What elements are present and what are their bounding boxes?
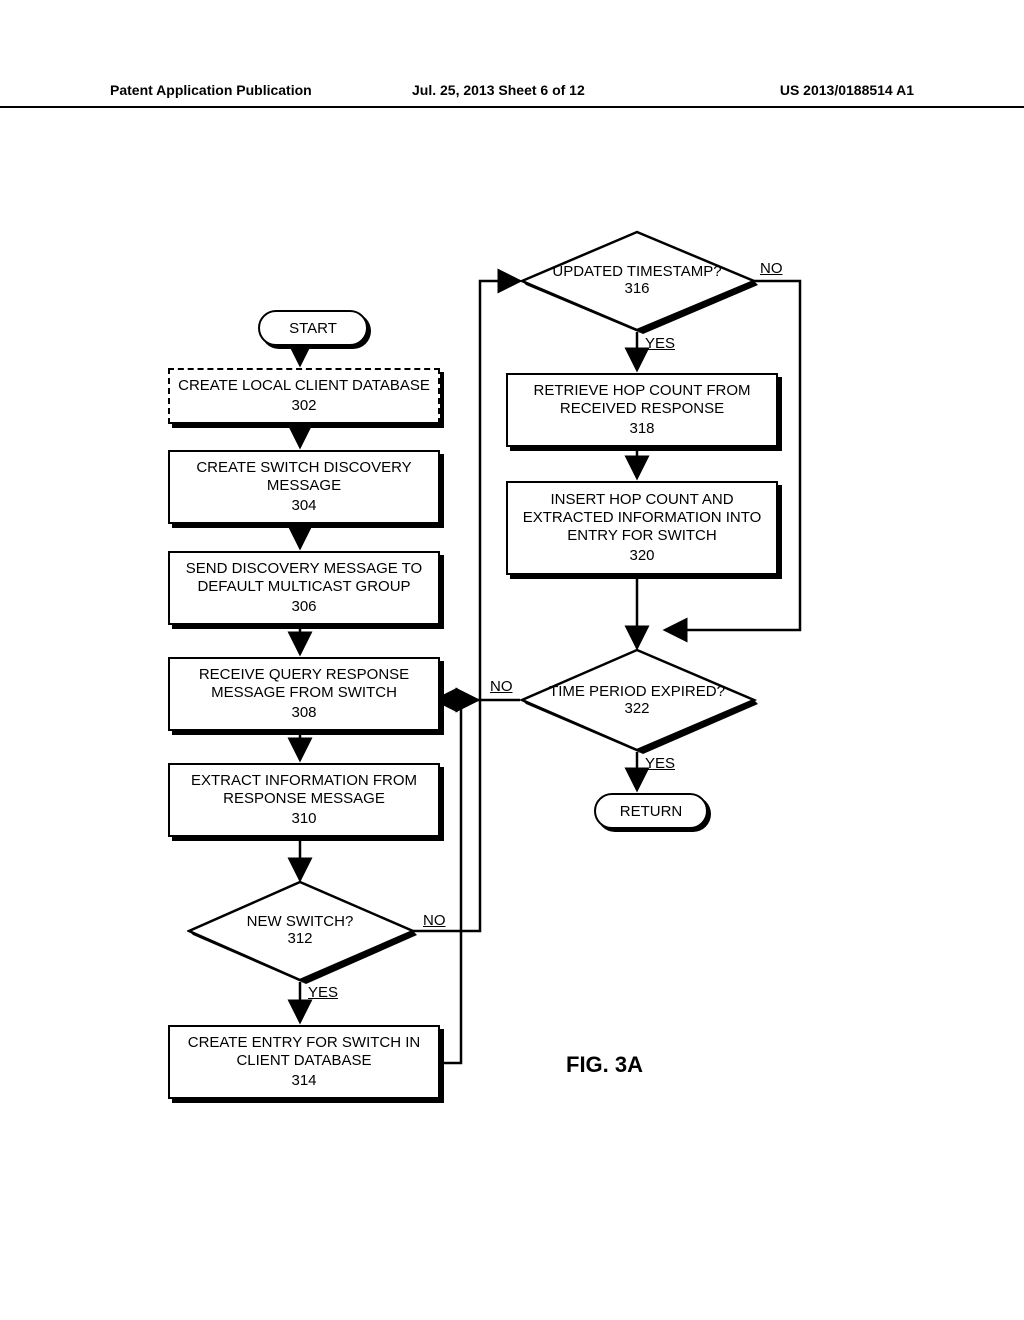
edge-316-no: NO	[760, 260, 783, 277]
process-308-num: 308	[291, 704, 316, 722]
process-306: SEND DISCOVERY MESSAGE TO DEFAULT MULTIC…	[168, 551, 440, 625]
process-318-num: 318	[629, 420, 654, 438]
process-304-num: 304	[291, 497, 316, 515]
process-304-text: CREATE SWITCH DISCOVERY MESSAGE	[176, 459, 432, 495]
process-314: CREATE ENTRY FOR SWITCH IN CLIENT DATABA…	[168, 1025, 440, 1099]
process-302: CREATE LOCAL CLIENT DATABASE 302	[168, 368, 440, 424]
flow-arrows	[0, 0, 1024, 1320]
process-304: CREATE SWITCH DISCOVERY MESSAGE 304	[168, 450, 440, 524]
process-314-num: 314	[291, 1072, 316, 1090]
figure-label: FIG. 3A	[566, 1052, 643, 1078]
process-310-text: EXTRACT INFORMATION FROM RESPONSE MESSAG…	[176, 772, 432, 808]
process-318-text: RETRIEVE HOP COUNT FROM RECEIVED RESPONS…	[514, 382, 770, 418]
terminator-return: RETURN	[594, 793, 708, 829]
process-320-num: 320	[629, 547, 654, 565]
terminator-start: START	[258, 310, 368, 346]
process-302-text: CREATE LOCAL CLIENT DATABASE	[178, 377, 430, 395]
process-310: EXTRACT INFORMATION FROM RESPONSE MESSAG…	[168, 763, 440, 837]
process-306-text: SEND DISCOVERY MESSAGE TO DEFAULT MULTIC…	[176, 560, 432, 596]
process-314-text: CREATE ENTRY FOR SWITCH IN CLIENT DATABA…	[176, 1034, 432, 1070]
process-320-text: INSERT HOP COUNT AND EXTRACTED INFORMATI…	[514, 491, 770, 545]
process-308-text: RECEIVE QUERY RESPONSE MESSAGE FROM SWIT…	[176, 666, 432, 702]
process-310-num: 310	[291, 810, 316, 828]
edge-312-no: NO	[423, 912, 446, 929]
process-320: INSERT HOP COUNT AND EXTRACTED INFORMATI…	[506, 481, 778, 575]
edge-322-no: NO	[490, 678, 513, 695]
process-306-num: 306	[291, 598, 316, 616]
terminator-return-label: RETURN	[620, 803, 683, 820]
process-318: RETRIEVE HOP COUNT FROM RECEIVED RESPONS…	[506, 373, 778, 447]
process-302-num: 302	[291, 397, 316, 415]
edge-316-yes: YES	[645, 335, 675, 352]
process-308: RECEIVE QUERY RESPONSE MESSAGE FROM SWIT…	[168, 657, 440, 731]
edge-312-yes: YES	[308, 984, 338, 1001]
terminator-start-label: START	[289, 320, 337, 337]
edge-322-yes: YES	[645, 755, 675, 772]
